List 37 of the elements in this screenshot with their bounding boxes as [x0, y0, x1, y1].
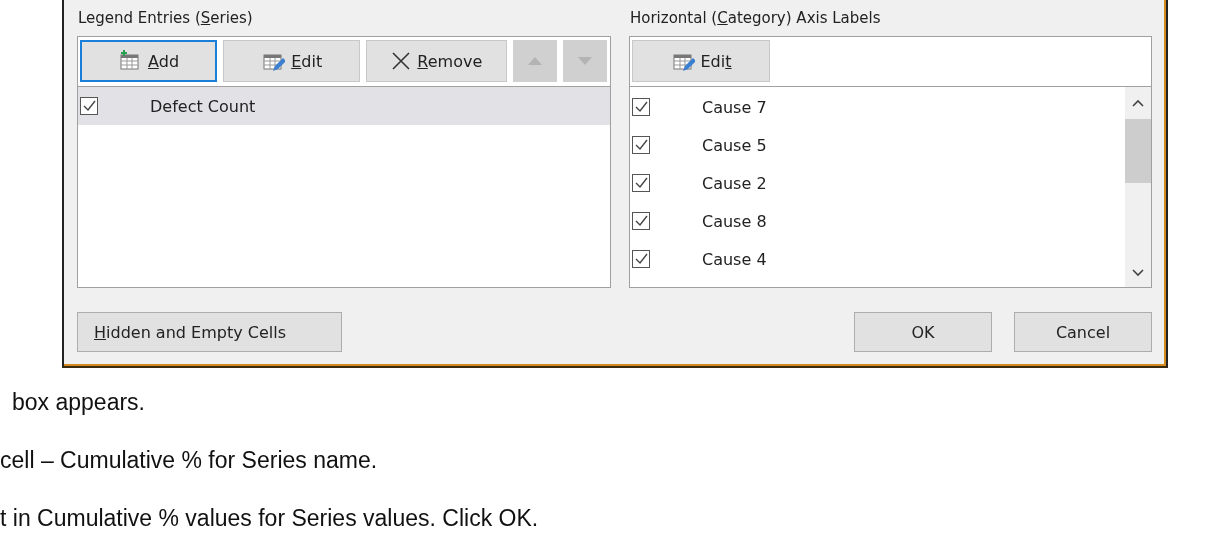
series-list-item[interactable]: Defect Count [78, 87, 610, 125]
panel-label: Horizontal (Category) Axis Labels [629, 8, 882, 29]
category-name: Cause 4 [702, 249, 767, 269]
series-name: Defect Count [150, 96, 256, 116]
checkbox[interactable] [632, 212, 650, 230]
triangle-down-icon [578, 57, 593, 65]
checkbox[interactable] [632, 98, 650, 116]
category-name: Cause 2 [702, 173, 767, 193]
chevron-down-icon [1132, 269, 1144, 277]
edit-button[interactable]: Edit [632, 40, 770, 82]
scrollbar[interactable] [1125, 87, 1151, 287]
hidden-and-empty-cells-button[interactable]: Hidden and Empty Cells [77, 312, 342, 352]
checkbox[interactable] [632, 136, 650, 154]
remove-button[interactable]: Remove [366, 40, 508, 82]
checkbox[interactable] [632, 174, 650, 192]
category-name: Cause 7 [702, 97, 767, 117]
body-text: cell – Cumulative % for Series name. [0, 446, 379, 475]
triangle-up-icon [528, 57, 543, 65]
checkbox[interactable] [80, 97, 98, 115]
body-text: box appears. [11, 388, 146, 417]
add-button[interactable]: Add [80, 40, 218, 82]
body-text: t in Cumulative % values for Series values. Click OK. [0, 504, 540, 533]
category-list-item[interactable]: Cause 8 [630, 202, 1125, 240]
panel-label: Legend Entries (Series) [77, 8, 254, 29]
chevron-up-icon [1132, 99, 1144, 107]
edit-button[interactable]: Edit [223, 40, 361, 82]
close-icon [391, 51, 412, 71]
checkbox[interactable] [632, 250, 650, 268]
category-name: Cause 5 [702, 135, 767, 155]
category-list-item[interactable]: Cause 7 [630, 88, 1125, 126]
scrollbar-thumb[interactable] [1125, 119, 1151, 183]
cancel-button[interactable]: Cancel [1014, 312, 1152, 352]
category-name: Cause 8 [702, 211, 767, 231]
category-list-item[interactable]: Cause 2 [630, 164, 1125, 202]
ok-button[interactable]: OK [854, 312, 992, 352]
category-list-item[interactable]: Cause 5 [630, 126, 1125, 164]
category-list-item[interactable]: Cause 4 [630, 240, 1125, 278]
